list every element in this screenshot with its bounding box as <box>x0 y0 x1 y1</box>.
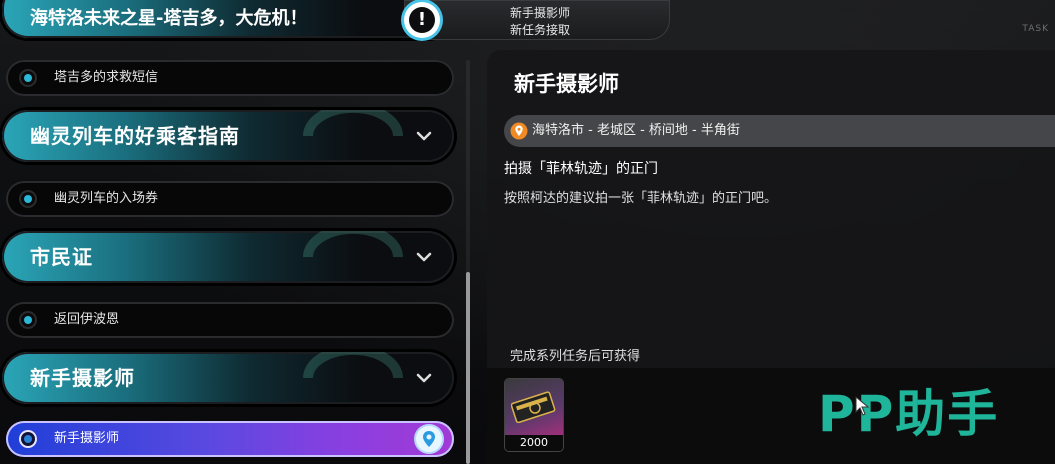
quest-item-3[interactable]: 返回伊波恩 <box>6 302 454 338</box>
notice-status: 新任务接取 <box>510 23 571 37</box>
category-emblem-icon <box>303 352 403 379</box>
category-header-3[interactable]: 市民证 <box>2 231 454 283</box>
quest-objective: 拍摄「菲林轨迹」的正门 <box>504 161 658 177</box>
category-emblem-icon <box>303 231 403 258</box>
scrollbar-thumb[interactable] <box>466 272 470 464</box>
quest-label: 幽灵列车的入场券 <box>54 191 159 206</box>
quest-status-dot <box>21 71 35 85</box>
new-quest-notice: ! 新手摄影师 新任务接取 <box>404 0 670 40</box>
brand-mark: TASK <box>1022 24 1049 34</box>
category-title: 新手摄影师 <box>30 366 135 390</box>
reward-item[interactable]: 2000 <box>505 379 563 451</box>
watermark-logo: PP助手 <box>818 385 1000 443</box>
location-bar[interactable]: 海特洛市 - 老城区 - 桥间地 - 半角街 <box>504 115 1055 147</box>
alert-icon: ! <box>404 2 440 38</box>
chevron-down-icon[interactable] <box>414 368 434 388</box>
quest-label: 返回伊波恩 <box>54 312 120 327</box>
chevron-down-icon[interactable] <box>414 247 434 267</box>
quest-status-dot <box>21 192 35 206</box>
category-header-4[interactable]: 新手摄影师 <box>2 352 454 404</box>
mouse-cursor-icon <box>855 396 869 416</box>
quest-label: 新手摄影师 <box>54 431 120 446</box>
category-header-1[interactable]: 海特洛未来之星-塔吉多，大危机！ <box>2 0 454 38</box>
quest-item-1[interactable]: 塔吉多的求救短信 <box>6 60 454 96</box>
reward-count: 2000 <box>505 435 563 451</box>
reward-label: 完成系列任务后可获得 <box>510 349 641 364</box>
category-header-2[interactable]: 幽灵列车的好乘客指南 <box>2 110 454 162</box>
quest-list[interactable]: 海特洛未来之星-塔吉多，大危机！ 塔吉多的求救短信 幽灵列车的好乘客指南 幽灵列… <box>0 0 470 464</box>
category-emblem-icon <box>303 110 403 137</box>
category-title: 幽灵列车的好乘客指南 <box>30 124 240 148</box>
quest-status-dot <box>21 432 35 446</box>
quest-item-2[interactable]: 幽灵列车的入场券 <box>6 181 454 217</box>
reward-ticket-icon <box>505 379 563 435</box>
location-pin-icon <box>510 122 528 140</box>
quest-description: 按照柯达的建议拍一张「菲林轨迹」的正门吧。 <box>504 191 778 206</box>
notice-quest-name: 新手摄影师 <box>510 6 571 20</box>
quest-status-dot <box>21 313 35 327</box>
category-title: 市民证 <box>30 245 93 269</box>
location-text: 海特洛市 - 老城区 - 桥间地 - 半角街 <box>532 123 740 138</box>
quest-item-4-selected[interactable]: 新手摄影师 <box>6 421 454 457</box>
quest-label: 塔吉多的求救短信 <box>54 70 159 85</box>
chevron-down-icon[interactable] <box>414 126 434 146</box>
quest-title: 新手摄影师 <box>514 72 619 96</box>
category-title: 海特洛未来之星-塔吉多，大危机！ <box>30 8 308 29</box>
map-pin-icon[interactable] <box>416 426 442 452</box>
